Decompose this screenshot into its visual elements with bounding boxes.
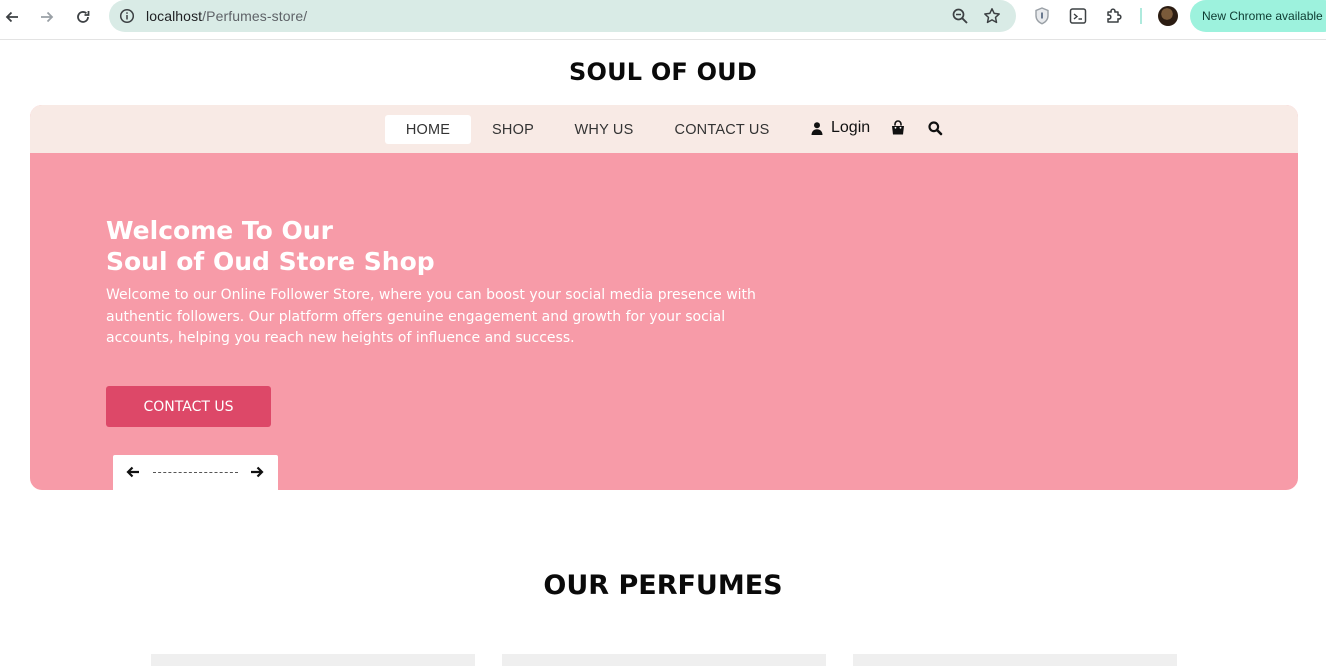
main-navbar: HOME SHOP WHY US CONTACT US Login (30, 105, 1298, 153)
product-card[interactable] (151, 654, 475, 666)
nav-item-shop[interactable]: SHOP (482, 115, 544, 144)
reload-icon[interactable] (71, 6, 95, 28)
shield-extension-icon[interactable] (1032, 6, 1052, 26)
hero-heading-line2: Soul of Oud Store Shop (106, 247, 435, 276)
url-path: /Perfumes-store/ (202, 8, 308, 24)
browser-toolbar: localhost/Perfumes-store/ New Chrome ava… (0, 0, 1326, 40)
user-icon (811, 121, 823, 135)
search-icon[interactable] (927, 120, 943, 136)
forward-icon[interactable] (35, 6, 59, 28)
arrow-right-icon[interactable] (250, 465, 264, 479)
profile-avatar[interactable] (1158, 6, 1178, 26)
chrome-update-button[interactable]: New Chrome available (1190, 0, 1326, 32)
contact-us-button[interactable]: CONTACT US (106, 386, 271, 427)
toolbar-divider (1140, 8, 1142, 24)
shopping-bag-icon[interactable] (890, 120, 906, 136)
nav-item-home[interactable]: HOME (385, 115, 471, 144)
back-icon[interactable] (0, 6, 24, 28)
terminal-extension-icon[interactable] (1068, 6, 1088, 26)
site-title: SOUL OF OUD (569, 58, 757, 86)
slider-track (153, 472, 238, 473)
zoom-icon[interactable] (951, 7, 969, 25)
slider-controls (113, 455, 278, 490)
nav-item-why-us[interactable]: WHY US (567, 115, 641, 144)
address-bar[interactable]: localhost/Perfumes-store/ (109, 0, 1016, 32)
hero-section: HOME SHOP WHY US CONTACT US Login Welcom… (30, 105, 1298, 490)
url-text[interactable]: localhost/Perfumes-store/ (146, 8, 307, 24)
nav-item-contact-us[interactable]: CONTACT US (666, 115, 778, 144)
login-link[interactable]: Login (811, 119, 870, 137)
site-info-icon[interactable] (119, 8, 135, 24)
hero-heading: Welcome To Our Soul of Oud Store Shop (106, 215, 435, 277)
url-host: localhost (146, 8, 203, 24)
bookmark-star-icon[interactable] (983, 7, 1001, 25)
product-card[interactable] (853, 654, 1177, 666)
hero-heading-line1: Welcome To Our (106, 216, 333, 245)
arrow-left-icon[interactable] (126, 465, 140, 479)
product-card[interactable] (502, 654, 826, 666)
hero-description: Welcome to our Online Follower Store, wh… (106, 287, 756, 346)
our-perfumes-heading: OUR PERFUMES (543, 570, 783, 601)
login-label: Login (831, 119, 871, 136)
puzzle-extensions-icon[interactable] (1104, 6, 1124, 26)
